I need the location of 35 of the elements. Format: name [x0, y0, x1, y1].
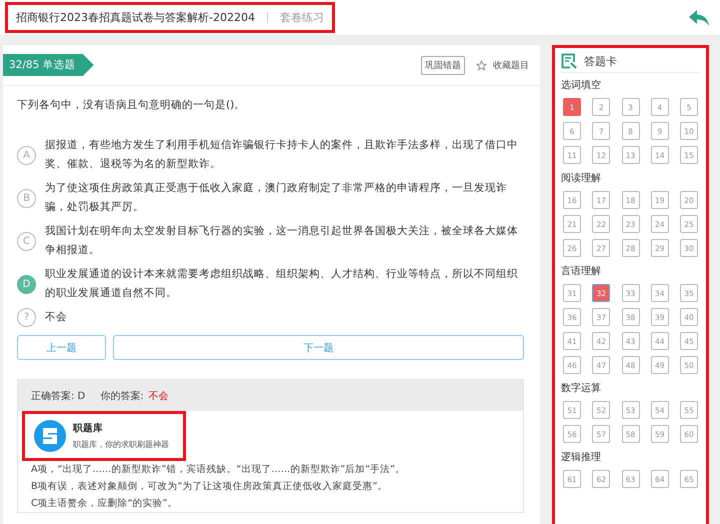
- option-text[interactable]: 职业发展通道的设计本来就需要考虑组织战略、组织架构、人才结构、行业等特点，所以不同组织的职业发展通道自然不同。: [45, 265, 528, 303]
- section-title: 逻辑推理: [561, 450, 602, 464]
- logo-icon: [33, 419, 67, 453]
- question-number-badge: 32/85 单选题: [3, 54, 94, 76]
- brand-name: 职题库: [73, 422, 104, 435]
- brand-slogan: 职题库，你的求职刷题神器: [73, 439, 169, 450]
- star-icon[interactable]: [476, 60, 487, 70]
- correct-answer-label: 正确答案: D: [31, 390, 86, 402]
- explanation-line: C项主语赘余，应删除“的实验”。: [30, 497, 178, 511]
- paper-title: 招商银行2023春招真题试卷与答案解析-202204: [16, 10, 255, 25]
- section-title: 言语理解: [561, 264, 602, 278]
- answer-sheet-icon: [561, 53, 577, 69]
- option-text[interactable]: 为了使这项住房政策真正受惠于低收入家庭，澳门政府制定了非常严格的申请程序，一旦发现诈骗，处罚极其严厉。: [45, 179, 528, 217]
- option-letter[interactable]: C: [17, 232, 36, 250]
- option-letter[interactable]: D: [17, 274, 36, 294]
- option-text[interactable]: 我国计划在明年向太空发射目标飞行器的实验，这一消息引起世界各国极大关注，被全球各大媒体争相报道。: [45, 222, 528, 260]
- option-letter[interactable]: A: [17, 146, 36, 164]
- option-letter[interactable]: ?: [17, 308, 36, 327]
- answer-sheet-title: 答题卡: [584, 54, 617, 68]
- mode-label: 套卷练习: [280, 10, 324, 25]
- section-title: 阅读理解: [561, 172, 602, 185]
- your-answer-value: 不会: [148, 390, 169, 402]
- your-answer-label: 你的答案:: [100, 390, 144, 402]
- option-text[interactable]: 不会: [45, 308, 67, 327]
- back-arrow-icon[interactable]: [688, 8, 710, 26]
- question-stem: 下列各句中，没有语病且句意明确的一句是()。: [17, 98, 246, 112]
- review-mistakes-button[interactable]: 巩固错题: [421, 56, 465, 74]
- previous-button[interactable]: 上一题: [17, 335, 106, 360]
- option-letter[interactable]: B: [17, 188, 36, 208]
- next-button[interactable]: 下一题: [113, 335, 524, 360]
- section-title: 数字运算: [561, 382, 602, 395]
- option-text[interactable]: 据报道，有些地方发生了利用手机短信诈骗银行卡持卡人的案件，且欺诈手法多样，出现了借口中奖、催款、退税等为名的新型欺诈。: [45, 136, 528, 174]
- explanation-line: B项有误，表述对象颠倒，可改为“为了让这项住房政策真正使低收入家庭受惠”。: [30, 480, 388, 494]
- explanation-line: A项，“出现了……的新型欺诈”错，宾语残缺。“出现了……的新型欺诈”后加“手法”。: [30, 463, 406, 477]
- section-title: 选词填空: [561, 78, 602, 92]
